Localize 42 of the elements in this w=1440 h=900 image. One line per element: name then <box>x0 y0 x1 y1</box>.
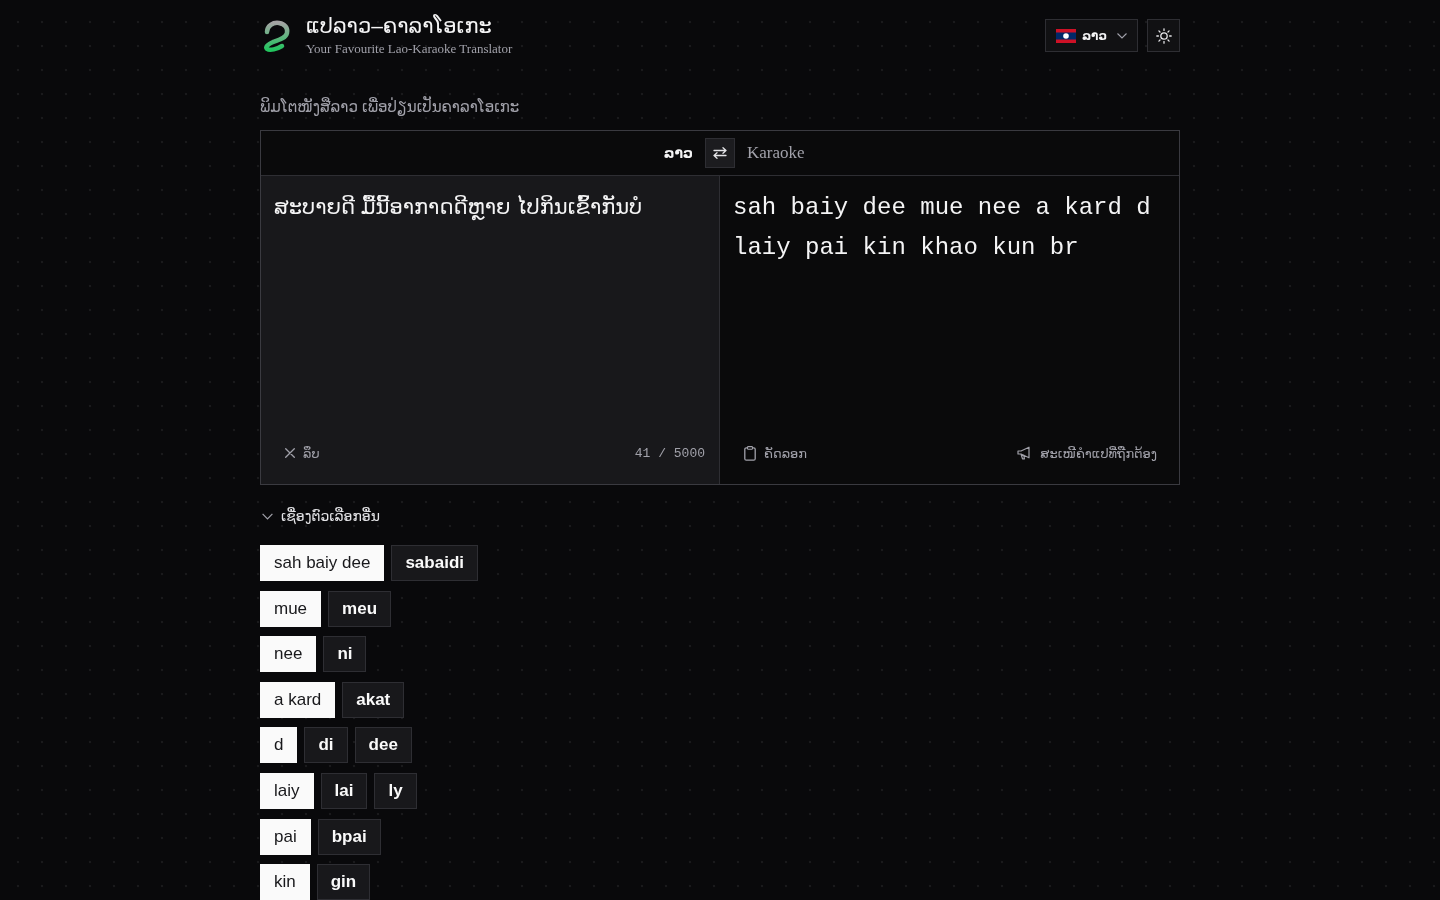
instruction-text: ພິມໂຕໜັງສືລາວ ເພື່ອປ່ຽນເປັນຄາລາໂອເກະ <box>260 96 521 118</box>
option-chip[interactable]: sabaidi <box>391 545 478 581</box>
character-count: 41 / 5000 <box>634 445 705 461</box>
option-chip[interactable]: di <box>304 727 348 764</box>
language-select[interactable]: ລາວ <box>1044 19 1138 52</box>
option-chip[interactable]: laiy <box>260 772 314 809</box>
option-chip[interactable]: gin <box>316 864 371 900</box>
suggest-translation-button[interactable]: ສະເໜີຄຳແປທີ່ຖືກຕ້ອງ <box>1017 445 1157 461</box>
karaoke-output: sah baiy dee mue nee a kard d laiy pai kin khao kun br <box>732 193 1152 263</box>
clear-button[interactable]: ລຶບ <box>285 445 320 461</box>
option-chip[interactable]: ly <box>374 772 417 809</box>
option-chip[interactable]: mue <box>260 590 322 627</box>
logo-icon <box>262 19 292 53</box>
option-chip[interactable]: dee <box>354 727 412 764</box>
source-language-label: ລາວ <box>663 145 693 161</box>
close-icon <box>285 448 295 458</box>
copy-button[interactable]: ຄັດລອກ <box>744 445 808 461</box>
swap-arrows-icon <box>713 147 727 159</box>
target-language-label: Karaoke <box>747 143 805 163</box>
app-subtitle: Your Favourite Lao-Karaoke Translator <box>306 40 513 58</box>
option-chip[interactable]: bpai <box>317 818 381 855</box>
option-chip[interactable]: ni <box>323 636 367 673</box>
clipboard-icon <box>744 445 756 461</box>
caret-icon <box>1117 32 1127 39</box>
option-chip[interactable]: meu <box>328 590 392 627</box>
option-chip[interactable]: d <box>260 727 298 764</box>
text-input[interactable]: ສະບາຍດີ ມື້ນີ້ອາກາດດີຫຼາຍ ໄປກິນເຂົ້າກັນບໍ <box>261 176 719 422</box>
app-title: ແປລາວ–ຄາລາໂອເກະ <box>306 13 493 39</box>
option-chip[interactable]: lai <box>320 772 368 809</box>
option-chip[interactable]: pai <box>260 818 311 855</box>
option-chip[interactable]: akat <box>342 681 405 718</box>
sun-icon <box>1155 27 1172 44</box>
swap-button[interactable] <box>705 138 735 168</box>
option-chip[interactable]: a kard <box>260 681 336 718</box>
chevron-icon <box>262 512 273 520</box>
options-toggle[interactable]: ເຊື່ອງຕົວເລືອກອື່ນ <box>260 505 380 527</box>
option-chip[interactable]: kin <box>260 864 310 900</box>
megaphone-icon <box>1017 446 1033 460</box>
option-chip[interactable]: sah baiy dee <box>260 545 385 581</box>
option-chip[interactable]: nee <box>260 636 317 673</box>
flag-icon <box>1055 28 1076 43</box>
theme-toggle-button[interactable] <box>1147 19 1180 52</box>
